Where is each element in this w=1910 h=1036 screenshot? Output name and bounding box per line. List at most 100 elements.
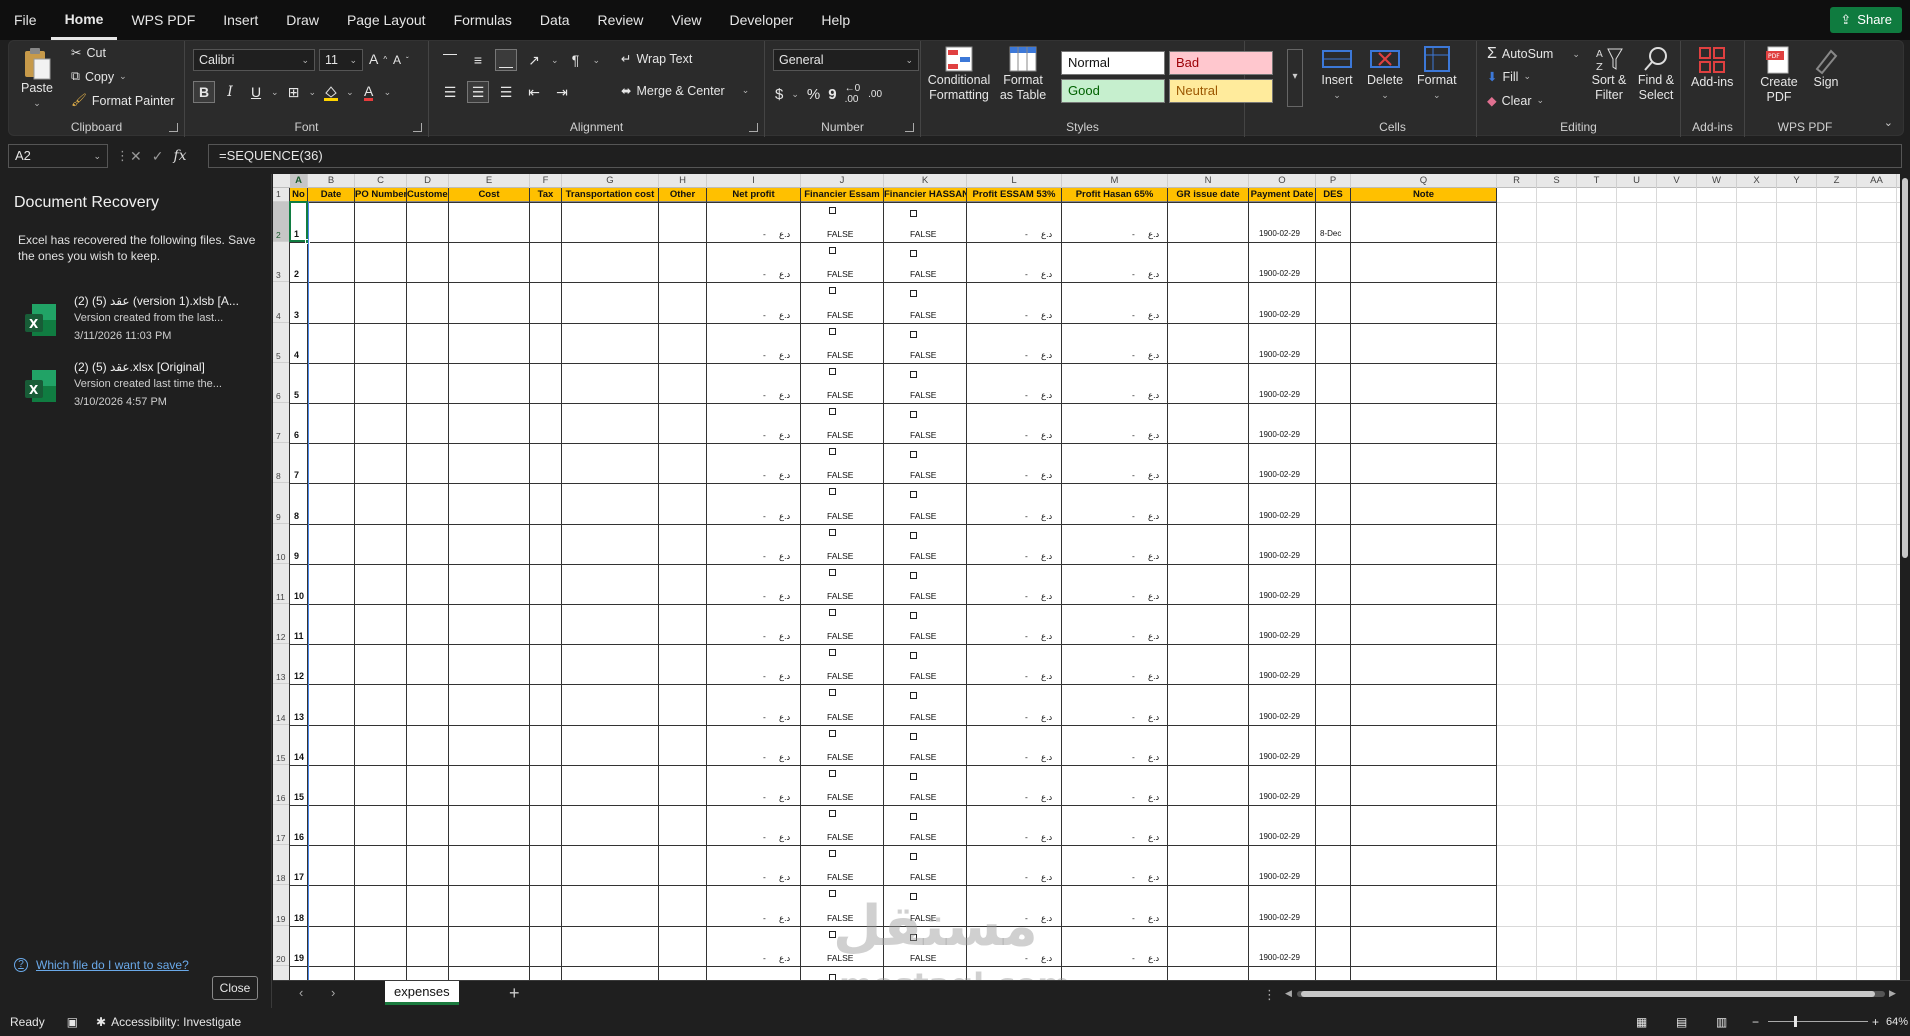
cell-currency[interactable]: د.ع <box>1041 591 1052 602</box>
cell-profit-hasan[interactable]: - <box>1132 350 1135 360</box>
cell-no[interactable]: 14 <box>294 752 304 762</box>
cell-no[interactable]: 6 <box>294 430 299 440</box>
cell-payment-date[interactable]: 1900-02-29 <box>1259 430 1300 439</box>
cell-currency[interactable]: د.ع <box>1041 269 1052 280</box>
cell-currency[interactable]: د.ع <box>1148 229 1159 240</box>
checkbox-financier-essam[interactable] <box>829 609 836 616</box>
checkbox-financier-hassan[interactable] <box>910 732 917 740</box>
scroll-right-icon[interactable]: ▶ <box>1889 988 1896 999</box>
cell-profit-hasan[interactable]: - <box>1132 470 1135 480</box>
cell-currency[interactable]: د.ع <box>1148 591 1159 602</box>
cell-currency[interactable]: د.ع <box>1148 470 1159 481</box>
cell-profit-hasan[interactable]: - <box>1132 631 1135 641</box>
sign-button[interactable]: Sign <box>1811 45 1841 90</box>
row-header-4[interactable]: 4 <box>273 282 290 323</box>
cell-currency[interactable]: د.ع <box>1041 712 1052 723</box>
cell-currency[interactable]: د.ع <box>1041 310 1052 321</box>
cell-currency[interactable]: د.ع <box>1148 872 1159 883</box>
cell-profit-essam[interactable]: - <box>1025 832 1028 842</box>
style-neutral[interactable]: Neutral <box>1169 79 1273 103</box>
menu-insert[interactable]: Insert <box>209 0 272 40</box>
cell-financier-hassan[interactable]: FALSE <box>910 430 936 440</box>
cell-no[interactable]: 4 <box>294 350 299 360</box>
cell-no[interactable]: 7 <box>294 470 299 480</box>
addins-button[interactable]: Add-ins <box>1691 45 1733 90</box>
cell-profit-hasan[interactable]: - <box>1132 229 1135 239</box>
column-header-l[interactable]: L <box>967 174 1062 188</box>
checkbox-financier-hassan[interactable] <box>910 772 917 780</box>
cell-currency[interactable]: د.ع <box>779 470 790 481</box>
next-sheet-icon[interactable]: › <box>331 985 335 1000</box>
row-header-6[interactable]: 6 <box>273 363 290 403</box>
cell-payment-date[interactable]: 1900-02-29 <box>1259 631 1300 640</box>
checkbox-financier-hassan[interactable] <box>910 692 917 700</box>
cell-currency[interactable]: د.ع <box>779 913 790 924</box>
checkbox-financier-hassan[interactable] <box>910 370 917 378</box>
cell-payment-date[interactable]: 1900-02-29 <box>1259 390 1300 399</box>
cell-financier-essam[interactable]: FALSE <box>827 752 853 762</box>
column-header-x[interactable]: X <box>1737 174 1777 188</box>
cell-currency[interactable]: د.ع <box>1041 872 1052 883</box>
horizontal-scrollbar[interactable] <box>1297 991 1885 997</box>
cell-profit-hasan[interactable]: - <box>1132 872 1135 882</box>
macro-record-icon[interactable]: ▣ <box>67 1015 78 1029</box>
cell-currency[interactable]: د.ع <box>1041 671 1052 682</box>
cell-profit-essam[interactable]: - <box>1025 631 1028 641</box>
cell-net-profit[interactable]: - <box>763 752 766 762</box>
percent-button[interactable]: % <box>807 86 820 103</box>
row-header-12[interactable]: 12 <box>273 604 290 645</box>
cell-currency[interactable]: د.ع <box>1148 712 1159 723</box>
header-cell-n[interactable]: GR issue date <box>1168 188 1249 202</box>
cell-financier-essam[interactable]: FALSE <box>827 229 853 239</box>
cell-financier-essam[interactable]: FALSE <box>827 390 853 400</box>
cell-payment-date[interactable]: 1900-02-29 <box>1259 350 1300 359</box>
cell-net-profit[interactable]: - <box>763 390 766 400</box>
cell-profit-hasan[interactable]: - <box>1132 913 1135 923</box>
menu-help[interactable]: Help <box>807 0 864 40</box>
checkbox-financier-essam[interactable] <box>829 448 836 456</box>
cell-payment-date[interactable]: 1900-02-29 <box>1259 953 1300 962</box>
align-middle-icon[interactable]: ≡ <box>467 49 489 71</box>
sheet-tab-expenses[interactable]: expenses <box>385 981 459 1005</box>
scroll-left-icon[interactable]: ◀ <box>1285 988 1292 999</box>
column-header-q[interactable]: Q <box>1351 174 1497 188</box>
formula-input[interactable]: =SEQUENCE(36) <box>208 144 1902 168</box>
cell-no[interactable]: 11 <box>294 631 304 641</box>
style-normal[interactable]: Normal <box>1061 51 1165 75</box>
recovery-file-item[interactable]: X (2) (5) عقد.xlsx [Original] Version cr… <box>14 360 264 420</box>
cell-financier-essam[interactable]: FALSE <box>827 832 853 842</box>
column-header-z[interactable]: Z <box>1817 174 1857 188</box>
cell-no[interactable]: 2 <box>294 269 299 279</box>
align-center-icon[interactable]: ☰ <box>467 81 489 103</box>
cell-currency[interactable]: د.ع <box>1148 310 1159 321</box>
cell-currency[interactable]: د.ع <box>1148 390 1159 401</box>
cell-no[interactable]: 19 <box>294 953 304 963</box>
cell-financier-hassan[interactable]: FALSE <box>910 511 936 521</box>
cell-currency[interactable]: د.ع <box>1148 953 1159 964</box>
checkbox-financier-essam[interactable] <box>829 207 836 214</box>
cell-profit-essam[interactable]: - <box>1025 551 1028 561</box>
checkbox-financier-essam[interactable] <box>829 729 836 737</box>
cell-financier-essam[interactable]: FALSE <box>827 872 853 882</box>
decrease-decimal-button[interactable]: .00 <box>868 89 882 100</box>
cell-payment-date[interactable]: 1900-02-29 <box>1259 551 1300 560</box>
checkbox-financier-essam[interactable] <box>829 649 836 657</box>
shrink-font-button[interactable]: Aˇ <box>393 53 409 67</box>
currency-button[interactable]: $ <box>775 86 783 103</box>
align-top-icon[interactable]: ⎺ <box>439 49 461 71</box>
format-painter-button[interactable]: 🖌 Format Painter <box>71 93 175 108</box>
cell-payment-date[interactable]: 1900-02-29 <box>1259 511 1300 520</box>
column-header-v[interactable]: V <box>1657 174 1697 188</box>
decrease-indent-icon[interactable]: ⇤ <box>523 81 545 103</box>
accessibility-button[interactable]: ✱ Accessibility: Investigate <box>96 1015 241 1029</box>
cell-currency[interactable]: د.ع <box>779 551 790 562</box>
cell-no[interactable]: 9 <box>294 551 299 561</box>
header-cell-m[interactable]: Profit Hasan 65% <box>1062 188 1168 202</box>
cell-currency[interactable]: د.ع <box>1148 430 1159 441</box>
row-header-11[interactable]: 11 <box>273 564 290 604</box>
conditional-formatting-button[interactable]: Conditional Formatting <box>927 45 991 103</box>
cell-net-profit[interactable]: - <box>763 792 766 802</box>
create-pdf-button[interactable]: PDF Create PDF <box>1759 45 1799 105</box>
column-header-s[interactable]: S <box>1537 174 1577 188</box>
row-header-5[interactable]: 5 <box>273 323 290 363</box>
